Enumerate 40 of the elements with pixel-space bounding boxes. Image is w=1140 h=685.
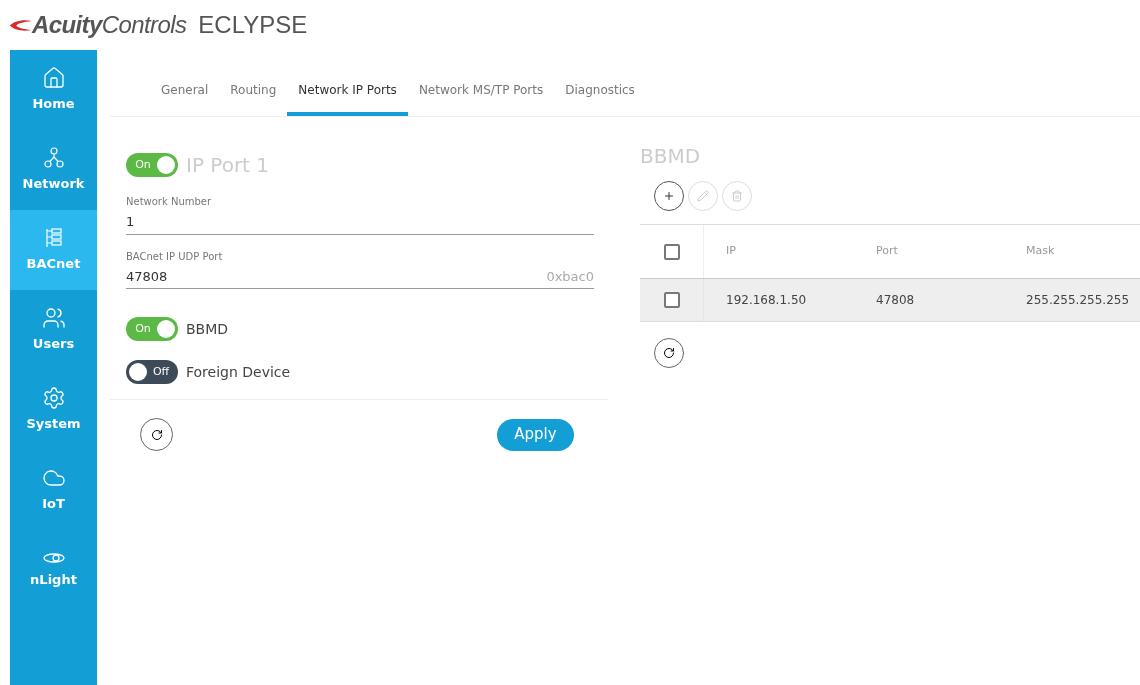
sidebar-item[interactable]: Network: [10, 130, 97, 210]
tab[interactable]: Routing: [219, 81, 288, 116]
toggle-switch[interactable]: On: [126, 317, 178, 341]
sidebar-item[interactable]: nLight: [10, 530, 97, 610]
table-cell-text: 47808: [875, 292, 916, 309]
tab[interactable]: Network MS/TP Ports: [407, 81, 555, 116]
tab[interactable]: Diagnostics: [554, 81, 646, 116]
settings-icon: [41, 386, 66, 411]
toggle-switch[interactable]: On: [126, 153, 178, 177]
column-header: IP: [725, 243, 737, 260]
home-icon: [41, 66, 66, 91]
logo-icon: [8, 18, 32, 32]
text-field[interactable]: BACnet IP UDP Port 47808 0xbac0: [126, 248, 594, 289]
checkbox[interactable]: [663, 292, 680, 308]
tab[interactable]: General: [150, 81, 220, 116]
column-header: Mask: [1025, 243, 1055, 260]
refresh-icon: [150, 428, 163, 441]
toggle-switch[interactable]: Off: [126, 360, 178, 384]
table-row[interactable]: 192.168.1.50 47808 255.255.255.255: [640, 279, 1140, 322]
refresh-icon: [663, 347, 675, 359]
sidebar-item[interactable]: BACnet: [10, 210, 97, 290]
plus-icon: [663, 190, 675, 202]
apply-button[interactable]: Apply: [497, 418, 574, 451]
brand-name: AcuityControls: [32, 10, 187, 40]
checkbox[interactable]: [663, 243, 680, 260]
text-field[interactable]: Network Number 1: [126, 194, 594, 235]
table-cell-text: 255.255.255.255: [1025, 292, 1130, 309]
network-icon: [41, 146, 66, 171]
trash-icon: [731, 190, 743, 202]
switch-label: BBMD: [186, 319, 229, 339]
tab[interactable]: Network IP Ports: [287, 81, 408, 116]
table-cell-text: 192.168.1.50: [725, 292, 808, 309]
sidebar-item[interactable]: Home: [10, 50, 97, 130]
sidebar-item[interactable]: IoT: [10, 450, 97, 530]
sidebar-item[interactable]: Users: [10, 290, 97, 370]
product-name: ECLYPSE: [198, 10, 308, 40]
sidebar-item[interactable]: System: [10, 370, 97, 450]
pencil-icon: [697, 190, 709, 202]
column-header: Port: [875, 243, 899, 260]
switch-label: Foreign Device: [186, 362, 291, 382]
